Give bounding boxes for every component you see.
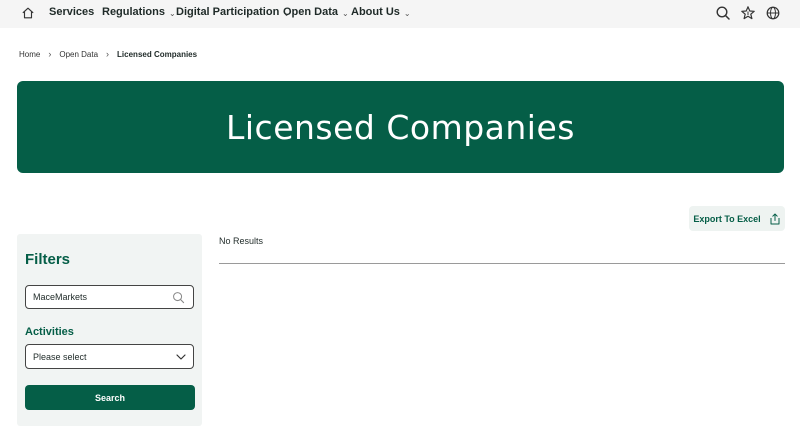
nav-item-open-data[interactable]: Open Data ⌄ (283, 6, 349, 18)
breadcrumb-current: Licensed Companies (117, 49, 198, 59)
star-icon[interactable] (740, 5, 756, 21)
chevron-down-icon: ⌄ (403, 8, 411, 18)
nav-item-digital-participation[interactable]: Digital Participation ⌄ (176, 6, 290, 18)
nav-item-label: Open Data (283, 6, 339, 18)
chevron-right-icon: › (48, 49, 52, 59)
nav-item-services[interactable]: Services (49, 6, 94, 18)
top-nav: Services Regulations ⌄ Digital Participa… (0, 0, 800, 28)
export-button-label: Export To Excel (693, 213, 761, 224)
globe-icon[interactable] (765, 5, 781, 21)
home-icon[interactable] (21, 6, 35, 20)
chevron-down-icon: ⌄ (342, 8, 349, 18)
company-search-field[interactable] (25, 285, 194, 309)
nav-item-about-us[interactable]: About Us ⌄ (351, 6, 411, 18)
activities-select[interactable]: Please select (25, 344, 194, 369)
search-button-label: Search (94, 392, 126, 403)
filters-title: Filters (25, 251, 71, 268)
nav-item-label: Digital Participation (176, 6, 280, 18)
nav-item-regulations[interactable]: Regulations ⌄ (102, 6, 176, 18)
chevron-down-icon: ⌄ (168, 8, 176, 18)
breadcrumb: Home › Open Data › Licensed Companies (19, 49, 197, 59)
nav-item-label: About Us (351, 6, 400, 18)
search-icon[interactable] (172, 291, 185, 304)
results-divider (219, 263, 785, 264)
breadcrumb-open-data[interactable]: Open Data (59, 50, 98, 59)
nav-item-label: Services (49, 6, 95, 18)
activities-label: Activities (25, 326, 74, 338)
no-results-message: No Results (219, 236, 264, 246)
search-icon[interactable] (715, 5, 731, 21)
page-title: Licensed Companies (226, 107, 575, 147)
hero-banner: Licensed Companies (17, 81, 784, 173)
filters-panel: Filters Activities Please select Search (17, 234, 202, 426)
company-search-input[interactable] (33, 290, 173, 304)
breadcrumb-home[interactable]: Home (19, 50, 40, 59)
chevron-down-icon (176, 354, 186, 360)
chevron-right-icon: › (106, 49, 110, 59)
share-icon (770, 213, 780, 224)
nav-item-label: Regulations (102, 6, 165, 18)
search-button[interactable]: Search (25, 385, 195, 410)
activities-select-value: Please select (33, 352, 87, 362)
export-to-excel-button[interactable]: Export To Excel (689, 206, 785, 231)
